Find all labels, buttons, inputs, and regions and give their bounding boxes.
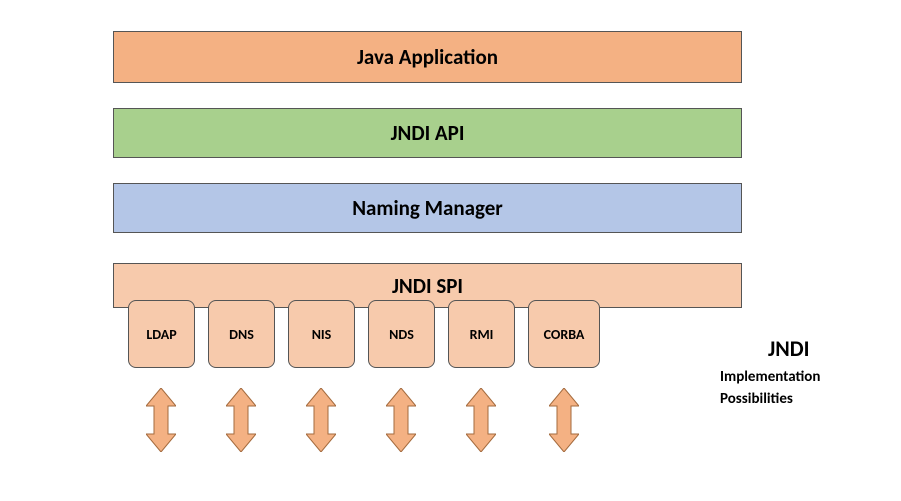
layer-jndi-api: JNDI API: [113, 108, 742, 158]
sidebar-title: JNDI: [768, 335, 810, 362]
provider-ldap: LDAP: [128, 300, 195, 368]
layer-naming-manager: Naming Manager: [113, 183, 742, 233]
provider-corba: CORBA: [528, 300, 600, 368]
sidebar-line1: Implementation: [720, 368, 820, 386]
sidebar-line2-label: Possibilities: [720, 390, 793, 408]
provider-nis: NIS: [288, 300, 355, 368]
provider-nds: NDS: [368, 300, 435, 368]
provider-dns-label: DNS: [229, 326, 254, 343]
provider-rmi: RMI: [448, 300, 515, 368]
provider-corba-label: CORBA: [544, 326, 585, 343]
double-arrow-icon: [226, 388, 256, 452]
provider-ldap-label: LDAP: [146, 326, 176, 343]
double-arrow-icon: [306, 388, 336, 452]
layer-java-application-label: Java Application: [357, 44, 498, 70]
double-arrow-icon: [386, 388, 416, 452]
double-arrow-icon: [466, 388, 496, 452]
sidebar-title-label: JNDI: [768, 335, 810, 362]
layer-naming-manager-label: Naming Manager: [352, 195, 503, 221]
layer-java-application: Java Application: [113, 31, 742, 83]
double-arrow-icon: [146, 388, 176, 452]
sidebar-line1-label: Implementation: [720, 368, 820, 386]
layer-jndi-spi-label: JNDI SPI: [392, 273, 463, 299]
provider-nds-label: NDS: [389, 326, 414, 343]
double-arrow-icon: [549, 388, 579, 452]
layer-jndi-api-label: JNDI API: [391, 120, 465, 146]
provider-nis-label: NIS: [312, 326, 332, 343]
provider-rmi-label: RMI: [470, 326, 494, 343]
sidebar-line2: Possibilities: [720, 390, 793, 408]
provider-dns: DNS: [208, 300, 275, 368]
